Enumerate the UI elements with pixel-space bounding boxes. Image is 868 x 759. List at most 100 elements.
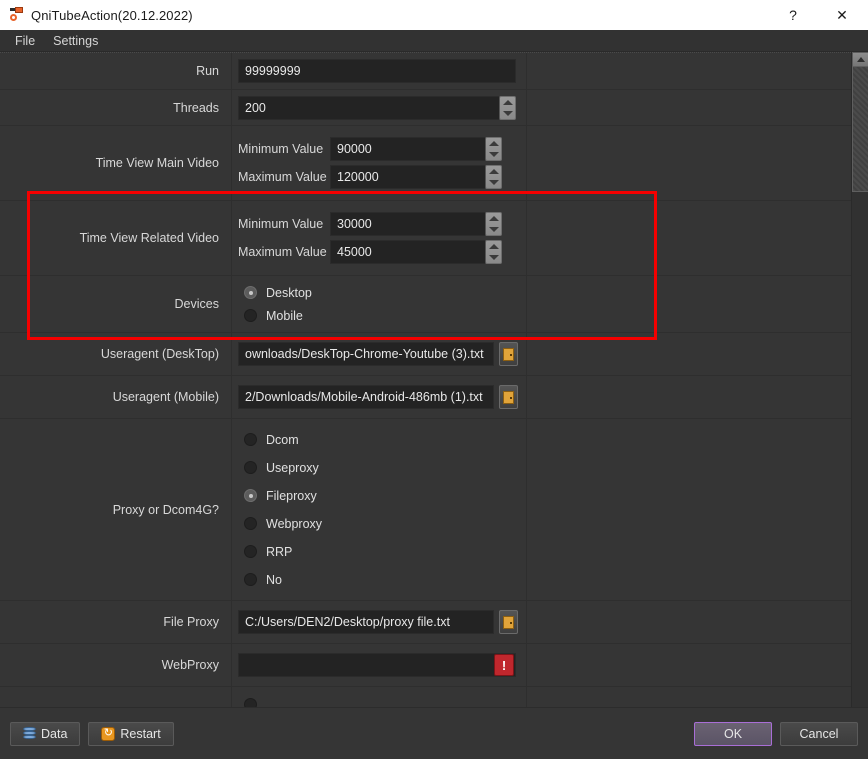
settings-body: Run Threads Time View Main V: [0, 52, 868, 759]
threads-spinner-buttons[interactable]: [499, 95, 516, 120]
radio-indicator-no[interactable]: [244, 573, 257, 586]
threads-spinner[interactable]: [238, 95, 526, 120]
radio-label-webproxy: Webproxy: [266, 516, 323, 531]
radio-indicator-fileproxy[interactable]: [244, 489, 257, 502]
spacer-cell-file-proxy: [527, 601, 851, 643]
spacer-cell-run: [527, 53, 851, 89]
folder-browse-icon[interactable]: [499, 610, 518, 634]
scroll-up-arrow-icon[interactable]: [852, 52, 868, 67]
radio-indicator-desktop[interactable]: [244, 286, 257, 299]
radio-indicator-useproxy[interactable]: [244, 461, 257, 474]
spacer-cell-web-proxy: [527, 644, 851, 686]
radio-indicator-webproxy[interactable]: [244, 517, 257, 530]
menu-item-settings[interactable]: Settings: [44, 32, 107, 50]
window-title: QniTubeAction(20.12.2022): [31, 7, 193, 23]
useragent-mobile-input[interactable]: [238, 385, 494, 409]
related-video-maximum-spinner[interactable]: [330, 240, 502, 264]
related-video-minimum-input[interactable]: [330, 212, 485, 236]
row-time-view-related-video: Time View Related Video Minimum Value Ma…: [0, 201, 851, 276]
file-proxy-input[interactable]: [238, 610, 494, 634]
value-cell-file-proxy: [232, 601, 527, 643]
main-video-maximum-row: Maximum Value: [238, 165, 526, 189]
related-video-minimum-spinner-buttons[interactable]: [485, 212, 502, 236]
spacer-cell-useragent-mobile: [527, 376, 851, 418]
label-time-view-main-video: Time View Main Video: [0, 126, 232, 200]
spinner-down-icon[interactable]: [488, 180, 499, 185]
folder-browse-icon[interactable]: [499, 385, 518, 409]
radio-option-useproxy[interactable]: Useproxy: [244, 454, 526, 482]
restart-button[interactable]: Restart: [88, 721, 174, 746]
main-video-minimum-spinner-buttons[interactable]: [485, 137, 502, 161]
related-video-minimum-spinner[interactable]: [330, 212, 502, 236]
ok-button[interactable]: OK: [694, 721, 772, 746]
related-video-minimum-row: Minimum Value: [238, 212, 526, 236]
spinner-down-icon[interactable]: [488, 255, 499, 260]
main-video-maximum-spinner-buttons[interactable]: [485, 165, 502, 189]
radio-label-no: No: [266, 572, 282, 587]
spacer-cell-threads: [527, 90, 851, 125]
spinner-up-icon[interactable]: [488, 216, 499, 221]
main-video-maximum-spinner[interactable]: [330, 165, 502, 189]
radio-label-desktop: Desktop: [266, 285, 312, 300]
value-cell-run: [232, 53, 527, 89]
menu-item-file[interactable]: File: [6, 32, 44, 50]
window-controls: ? ✕: [770, 0, 868, 30]
radio-option-fileproxy[interactable]: Fileproxy: [244, 482, 526, 510]
label-file-proxy: File Proxy: [0, 601, 232, 643]
data-button[interactable]: Data: [10, 721, 81, 746]
settings-form: Run Threads Time View Main V: [0, 52, 851, 731]
radio-option-desktop[interactable]: Desktop: [244, 281, 526, 304]
cancel-button-label: Cancel: [799, 726, 839, 741]
value-cell-useragent-mobile: [232, 376, 527, 418]
radio-option-mobile[interactable]: Mobile: [244, 304, 526, 327]
radio-option-no[interactable]: No: [244, 566, 526, 594]
spinner-down-icon[interactable]: [488, 227, 499, 232]
spacer-cell-time-view-related-video: [527, 201, 851, 275]
radio-indicator-mobile[interactable]: [244, 309, 257, 322]
scrollbar-thumb[interactable]: [852, 66, 868, 192]
radio-option-dcom[interactable]: Dcom: [244, 426, 526, 454]
radio-option-rrp[interactable]: RRP: [244, 538, 526, 566]
value-cell-time-view-main-video: Minimum Value Maximum Value: [232, 126, 527, 200]
value-cell-time-view-related-video: Minimum Value Maximum Value: [232, 201, 527, 275]
value-cell-devices: Desktop Mobile: [232, 276, 527, 332]
spinner-up-icon[interactable]: [488, 169, 499, 174]
spinner-down-icon[interactable]: [502, 110, 513, 116]
related-video-maximum-input[interactable]: [330, 240, 485, 264]
spinner-up-icon[interactable]: [488, 244, 499, 249]
spinner-up-icon[interactable]: [488, 141, 499, 146]
main-video-minimum-input[interactable]: [330, 137, 485, 161]
radio-indicator-rrp[interactable]: [244, 545, 257, 558]
vertical-scrollbar[interactable]: [851, 52, 868, 731]
spinner-up-icon[interactable]: [502, 99, 513, 105]
help-button[interactable]: ?: [770, 0, 816, 30]
useragent-desktop-field-row: [238, 342, 526, 366]
value-cell-useragent-desktop: [232, 333, 527, 375]
cancel-button[interactable]: Cancel: [780, 721, 858, 746]
related-video-maximum-spinner-buttons[interactable]: [485, 240, 502, 264]
spinner-down-icon[interactable]: [488, 152, 499, 157]
close-button[interactable]: ✕: [816, 0, 868, 30]
row-threads: Threads: [0, 90, 851, 126]
folder-browse-icon[interactable]: [499, 342, 518, 366]
radio-indicator-dcom[interactable]: [244, 433, 257, 446]
useragent-desktop-input[interactable]: [238, 342, 494, 366]
row-useragent-desktop: Useragent (DeskTop): [0, 333, 851, 376]
database-icon: [23, 727, 36, 740]
run-input[interactable]: [238, 59, 516, 83]
main-video-minimum-spinner[interactable]: [330, 137, 502, 161]
related-video-maximum-row: Maximum Value: [238, 240, 526, 264]
threads-input[interactable]: [238, 95, 499, 120]
footer-bar: Data Restart OK Cancel: [0, 707, 868, 759]
web-proxy-error-icon[interactable]: !: [494, 654, 514, 676]
restart-button-label: Restart: [120, 726, 161, 741]
label-useragent-desktop: Useragent (DeskTop): [0, 333, 232, 375]
row-file-proxy: File Proxy: [0, 601, 851, 644]
radio-option-webproxy[interactable]: Webproxy: [244, 510, 526, 538]
restart-icon: [101, 726, 116, 741]
label-run: Run: [0, 53, 232, 89]
spacer-cell-proxy-mode: [527, 419, 851, 600]
web-proxy-input[interactable]: [238, 653, 516, 677]
main-video-maximum-input[interactable]: [330, 165, 485, 189]
row-time-view-main-video: Time View Main Video Minimum Value Maxim…: [0, 126, 851, 201]
